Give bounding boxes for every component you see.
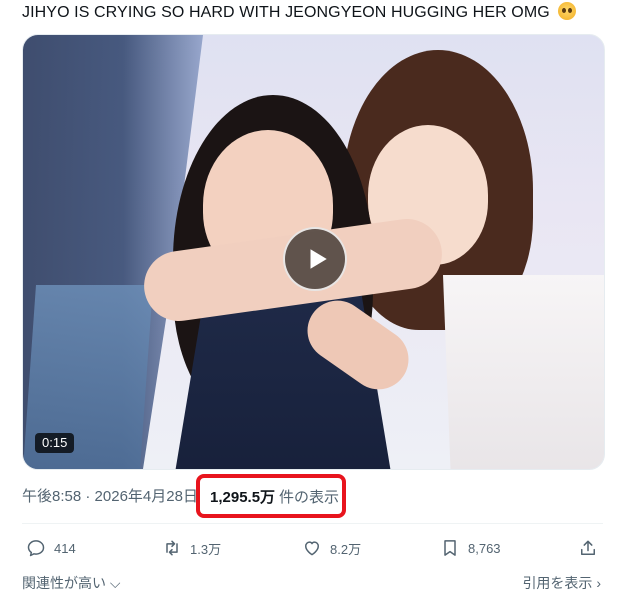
pleading-face-emoji-icon — [558, 2, 577, 20]
views-label: 件の表示 — [279, 488, 340, 506]
tweet-text: JIHYO IS CRYING SO HARD WITH JEONGYEON H… — [22, 2, 612, 23]
share-icon — [581, 540, 595, 555]
retweet-button[interactable]: 1.3万 — [162, 538, 221, 558]
like-count: 8.2万 — [330, 541, 362, 557]
reply-button[interactable]: 414 — [26, 538, 76, 558]
action-bar: 414 1.3万 8.2万 8,763 — [22, 538, 603, 564]
like-button[interactable]: 8.2万 — [302, 538, 361, 558]
bookmark-button[interactable]: 8,763 — [440, 538, 501, 558]
retweet-icon — [166, 540, 178, 556]
play-icon — [310, 249, 327, 269]
bookmark-count: 8,763 — [468, 540, 501, 556]
video-duration: 0:15 — [35, 433, 75, 453]
quotes-label: 引用を表示 — [522, 575, 593, 591]
video-player[interactable]: 0:15 — [22, 34, 605, 470]
tweet-time: 午後8:58 — [22, 488, 82, 505]
chevron-right-icon: › — [596, 575, 601, 591]
right-person-top — [443, 275, 604, 469]
divider — [22, 523, 603, 524]
reply-count: 414 — [54, 540, 76, 556]
sort-label: 関連性が高い — [22, 575, 106, 591]
reply-icon — [27, 540, 45, 557]
tweet-date: 2026年4月28日 — [94, 488, 198, 505]
chevron-down-icon: ⌵ — [109, 575, 121, 591]
sort-relevance-dropdown[interactable]: 関連性が高い ⌵ — [22, 573, 121, 593]
tweet-text-content: JIHYO IS CRYING SO HARD WITH JEONGYEON H… — [22, 4, 550, 21]
retweet-count: 1.3万 — [190, 541, 222, 557]
view-quotes-link[interactable]: 引用を表示 › — [522, 573, 601, 593]
tweet-timestamp[interactable]: 午後8:58 · 2026年4月28日 — [22, 485, 198, 506]
play-button[interactable] — [283, 227, 347, 291]
heart-icon — [305, 541, 319, 556]
meta-separator: · — [85, 488, 91, 505]
bookmark-icon — [444, 540, 456, 556]
views-highlight: 1,295.5万 件の表示 — [196, 474, 346, 518]
share-button[interactable] — [578, 538, 606, 558]
views-count: 1,295.5万 — [210, 488, 276, 506]
